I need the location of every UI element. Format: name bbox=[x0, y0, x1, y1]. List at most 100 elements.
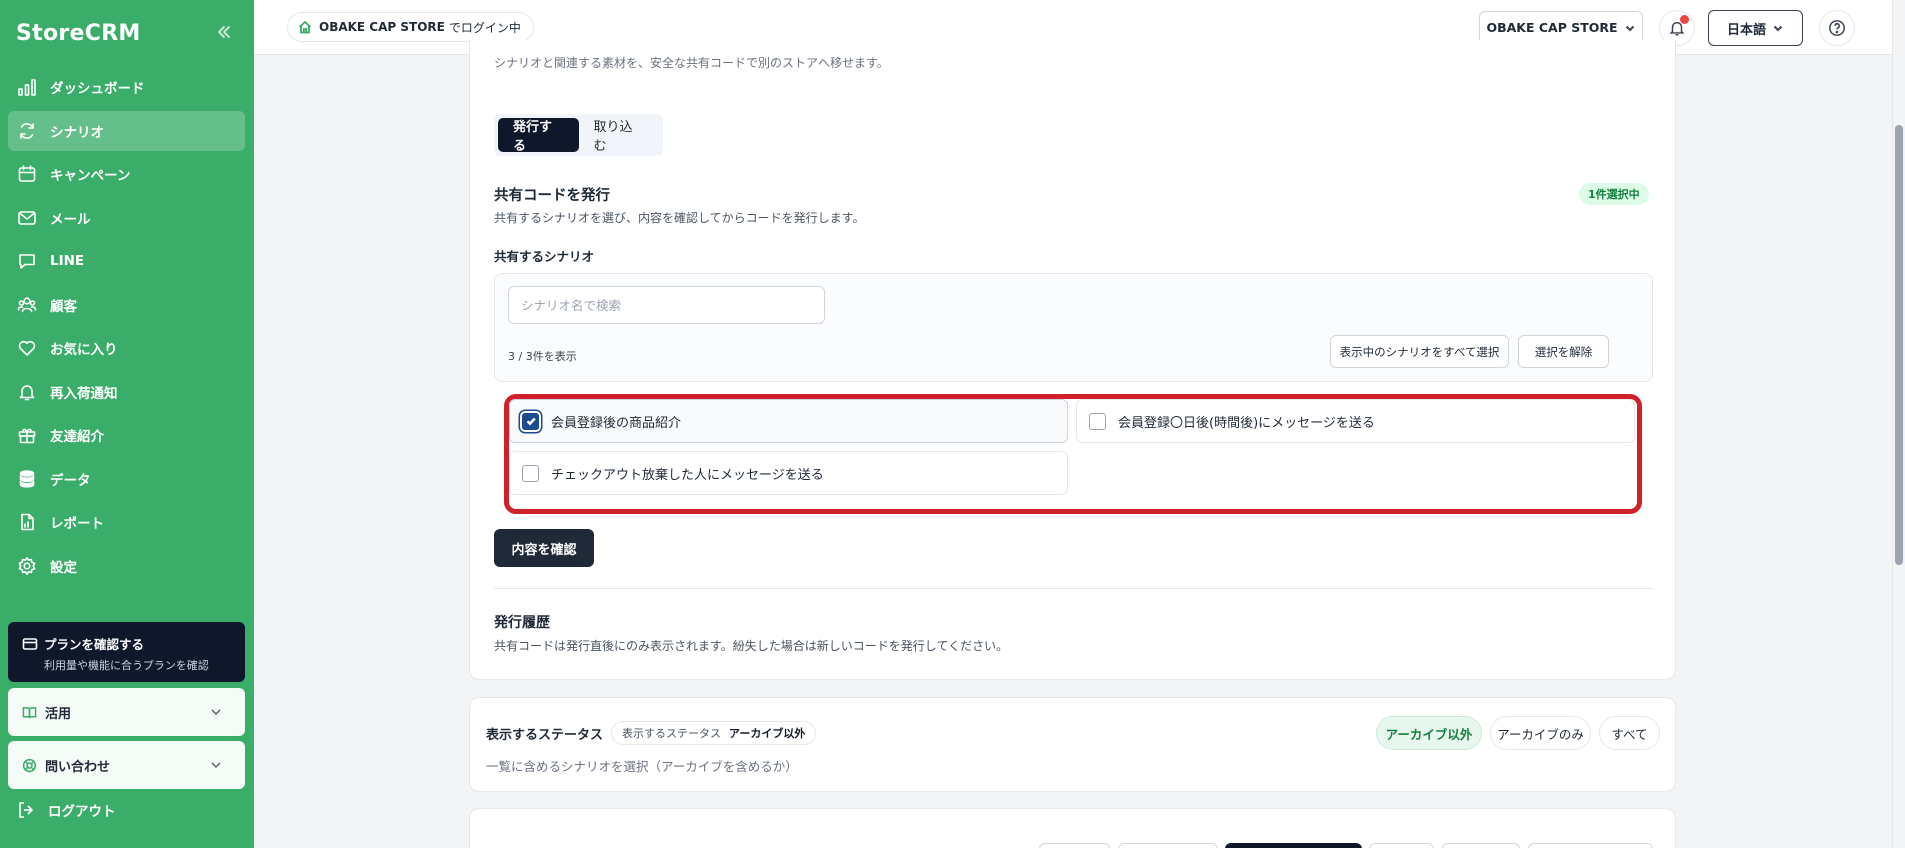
calendar-icon bbox=[16, 163, 38, 185]
scenario-option-label: 会員登録〇日後(時間後)にメッセージを送る bbox=[1118, 415, 1375, 431]
confirm-content-button[interactable]: 内容を確認 bbox=[494, 529, 594, 567]
scenario-option-label: チェックアウト放棄した人にメッセージを送る bbox=[551, 467, 824, 483]
accordion-label: 問い合わせ bbox=[45, 759, 111, 775]
select-all-button[interactable]: 表示中のシナリオをすべて選択 bbox=[1330, 335, 1509, 368]
logged-in-store-name: OBAKE CAP STORE bbox=[319, 20, 445, 34]
checkbox[interactable] bbox=[522, 464, 539, 482]
page-scrollbar[interactable] bbox=[1892, 0, 1905, 848]
sidebar-item-label: 再入荷通知 bbox=[50, 385, 118, 402]
check-plan-button[interactable]: プランを確認する 利用量や機能に合うプランを確認 bbox=[8, 622, 245, 682]
selected-count-badge: 1件選択中 bbox=[1579, 183, 1649, 205]
plan-subtitle: 利用量や機能に合うプランを確認 bbox=[44, 659, 209, 672]
language-select[interactable]: 日本語 bbox=[1708, 10, 1803, 46]
sidebar-nav: ダッシュボード シナリオ キャンペーン メール LINE 顧客 お気に入り 再入… bbox=[8, 67, 245, 589]
scenario-search-input[interactable] bbox=[508, 286, 825, 324]
toolbar-button-primary[interactable] bbox=[1225, 843, 1362, 848]
app-logo: StoreCRM bbox=[16, 21, 141, 46]
scenario-list-card bbox=[469, 808, 1676, 848]
store-select-value: OBAKE CAP STORE bbox=[1486, 20, 1618, 35]
chevron-down-icon bbox=[1625, 25, 1634, 31]
gift-icon bbox=[16, 424, 38, 446]
accordion-label: 活用 bbox=[45, 706, 72, 722]
plan-title: プランを確認する bbox=[22, 634, 231, 653]
help-icon bbox=[1829, 20, 1845, 36]
share-code-card: シナリオと関連する素材を、安全な共有コードで別のストアへ移せます。 発行する 取… bbox=[469, 40, 1676, 680]
scenario-option[interactable]: 会員登録後の商品紹介 bbox=[509, 399, 1068, 443]
divider bbox=[494, 588, 1653, 589]
accordion-contact[interactable]: 問い合わせ bbox=[8, 741, 245, 789]
home-icon bbox=[298, 20, 312, 34]
sidebar-item-data[interactable]: データ bbox=[8, 459, 245, 499]
refresh-icon bbox=[16, 120, 38, 142]
sidebar-item-label: メール bbox=[50, 211, 91, 228]
filter-all[interactable]: すべて bbox=[1599, 716, 1660, 750]
sidebar-item-label: シナリオ bbox=[50, 124, 104, 141]
scrollbar-thumb[interactable] bbox=[1895, 125, 1903, 565]
check-icon bbox=[526, 417, 536, 426]
sidebar-item-label: レポート bbox=[50, 516, 104, 532]
toolbar-button[interactable] bbox=[1528, 843, 1653, 848]
language-value: 日本語 bbox=[1726, 22, 1766, 38]
filter-non-archived[interactable]: アーカイブ以外 bbox=[1376, 716, 1482, 750]
result-count: 3 / 3件を表示 bbox=[508, 350, 577, 363]
scenario-option[interactable]: 会員登録〇日後(時間後)にメッセージを送る bbox=[1076, 399, 1635, 443]
share-description: シナリオと関連する素材を、安全な共有コードで別のストアへ移せます。 bbox=[494, 56, 889, 70]
toolbar-button[interactable] bbox=[1039, 843, 1110, 848]
sidebar-item-label: ダッシュボード bbox=[50, 81, 145, 97]
sidebar-item-restock[interactable]: 再入荷通知 bbox=[8, 372, 245, 412]
checkbox[interactable] bbox=[1089, 412, 1106, 430]
bell-icon bbox=[16, 381, 38, 403]
sidebar-item-referral[interactable]: 友達紹介 bbox=[8, 415, 245, 455]
logged-in-store-pill[interactable]: OBAKE CAP STORE でログイン中 bbox=[287, 12, 534, 42]
sidebar-item-dashboard[interactable]: ダッシュボード bbox=[8, 67, 245, 107]
sidebar-item-scenario[interactable]: シナリオ bbox=[8, 110, 245, 151]
heart-icon bbox=[16, 337, 38, 359]
sidebar-item-line[interactable]: LINE bbox=[8, 241, 245, 281]
notification-dot bbox=[1680, 15, 1689, 24]
plan-title-text: プランを確認する bbox=[44, 637, 145, 652]
status-filter-card: 表示するステータス 表示するステータス アーカイブ以外 一覧に含めるシナリオを選… bbox=[469, 697, 1676, 792]
sidebar-item-campaign[interactable]: キャンペーン bbox=[8, 154, 245, 194]
scenario-option[interactable]: チェックアウト放棄した人にメッセージを送る bbox=[509, 451, 1068, 495]
checkbox-checked[interactable] bbox=[522, 412, 539, 430]
scenario-search-panel: 3 / 3件を表示 表示中のシナリオをすべて選択 選択を解除 bbox=[494, 273, 1653, 382]
users-icon bbox=[16, 294, 38, 316]
status-filter-label-text: 表示するステータス bbox=[486, 727, 604, 743]
chat-icon bbox=[16, 250, 38, 272]
lifebuoy-icon bbox=[22, 758, 37, 772]
scenario-option-label: 会員登録後の商品紹介 bbox=[551, 415, 682, 431]
sidebar: StoreCRM ダッシュボード シナリオ キャンペーン メール LINE 顧客 bbox=[0, 0, 254, 848]
history-title: 発行履歴 bbox=[494, 615, 550, 631]
sidebar-item-customers[interactable]: 顧客 bbox=[8, 285, 245, 325]
sidebar-item-label: LINE bbox=[50, 253, 85, 269]
collapse-sidebar-icon[interactable] bbox=[214, 22, 234, 42]
logout-button[interactable]: ログアウト bbox=[16, 800, 116, 820]
sidebar-item-favorites[interactable]: お気に入り bbox=[8, 328, 245, 368]
book-icon bbox=[22, 706, 37, 718]
sidebar-item-label: お気に入り bbox=[50, 342, 118, 358]
credit-card-icon bbox=[22, 637, 38, 650]
sidebar-item-label: 友達紹介 bbox=[50, 429, 104, 445]
share-mode-tabs: 発行する 取り込む bbox=[494, 114, 663, 156]
bar-chart-icon bbox=[16, 76, 38, 98]
toolbar-button[interactable] bbox=[1369, 843, 1434, 848]
help-button[interactable] bbox=[1819, 10, 1855, 46]
database-icon bbox=[16, 468, 38, 490]
toolbar-button[interactable] bbox=[1442, 843, 1520, 848]
tab-import[interactable]: 取り込む bbox=[579, 118, 660, 154]
sidebar-item-report[interactable]: レポート bbox=[8, 502, 245, 542]
clear-selection-button[interactable]: 選択を解除 bbox=[1518, 335, 1609, 368]
accordion-usage[interactable]: 活用 bbox=[8, 688, 245, 736]
chevron-down-icon bbox=[211, 709, 221, 716]
status-chip: 表示するステータス アーカイブ以外 bbox=[611, 721, 817, 745]
mail-icon bbox=[16, 207, 38, 229]
filter-archived-only[interactable]: アーカイブのみ bbox=[1490, 716, 1591, 750]
tab-issue[interactable]: 発行する bbox=[498, 118, 579, 154]
status-chip-value: アーカイブ以外 bbox=[729, 727, 806, 740]
toolbar-button[interactable] bbox=[1118, 843, 1218, 848]
gear-icon bbox=[16, 555, 38, 577]
status-chip-label: 表示するステータス bbox=[622, 727, 722, 740]
sidebar-item-mail[interactable]: メール bbox=[8, 198, 245, 238]
status-filter-label: 表示するステータス 表示するステータス アーカイブ以外 bbox=[486, 721, 817, 745]
sidebar-item-settings[interactable]: 設定 bbox=[8, 546, 245, 586]
